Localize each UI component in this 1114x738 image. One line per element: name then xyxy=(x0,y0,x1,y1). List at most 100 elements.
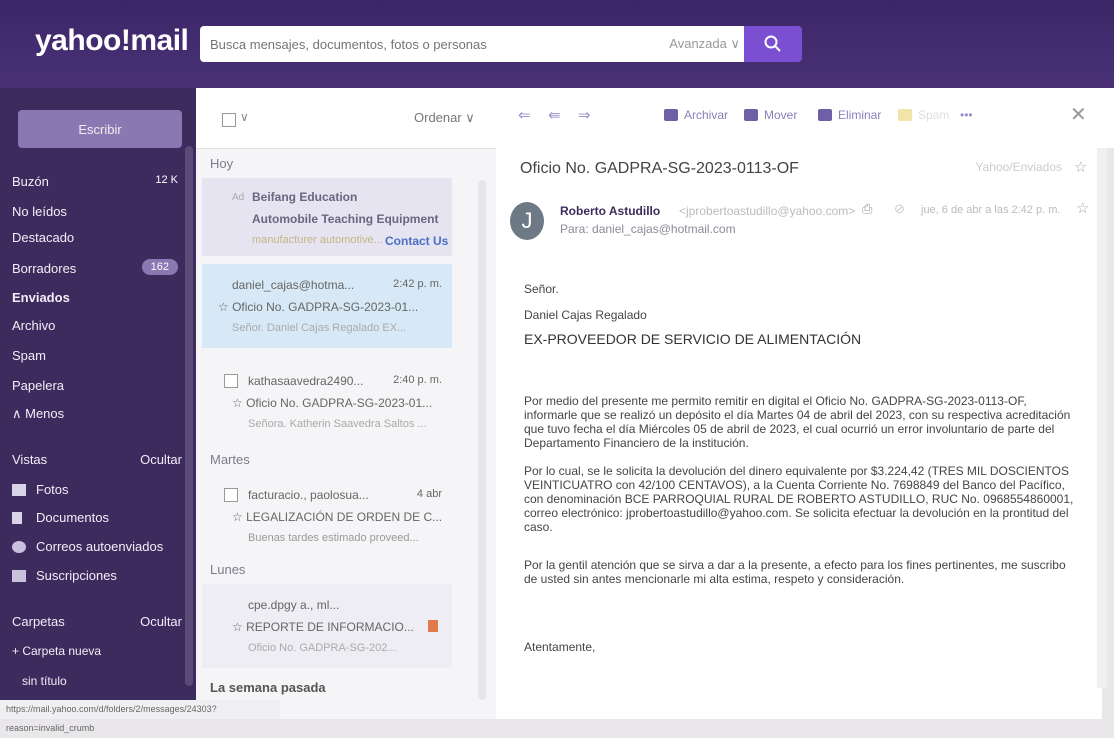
view-item-photos[interactable]: Fotos xyxy=(12,482,69,497)
spam-button[interactable]: Spam xyxy=(898,108,949,122)
folder-item-untitled[interactable]: sin título xyxy=(22,674,67,688)
email-closing: Atentamente, xyxy=(524,640,596,654)
message-sender: cpe.dpgy a., ml... xyxy=(248,598,340,612)
reading-scrollbar[interactable] xyxy=(1097,148,1107,688)
email-recipient-title: EX-PROVEEDOR DE SERVICIO DE ALIMENTACIÓN xyxy=(524,331,862,347)
search-box[interactable]: Avanzada ∨ xyxy=(200,26,750,62)
select-all-checkbox[interactable] xyxy=(222,113,236,127)
email-line: Departamento Financiero de la institució… xyxy=(524,436,749,450)
message-subject-text: REPORTE DE INFORMACIO... xyxy=(246,620,414,634)
sidebar-item-archive[interactable]: Archivo xyxy=(12,318,55,333)
archive-icon xyxy=(664,109,678,121)
drafts-count-badge: 162 xyxy=(141,259,178,275)
message-checkbox[interactable] xyxy=(224,488,238,502)
view-item-subscriptions[interactable]: Suscripciones xyxy=(12,568,117,583)
reply-all-icon[interactable]: ⇚ xyxy=(548,106,561,124)
message-list-pane: ∨ Ordenar ∨ Hoy Ad Beifang Education Aut… xyxy=(196,88,497,719)
view-label: Suscripciones xyxy=(36,568,117,583)
section-header-tuesday: Martes xyxy=(210,452,250,467)
sidebar-item-label: Papelera xyxy=(12,378,65,393)
delete-button[interactable]: Eliminar xyxy=(818,108,881,122)
avatar: J xyxy=(510,202,544,240)
message-checkbox[interactable] xyxy=(224,374,238,388)
chevron-down-icon[interactable]: ∨ xyxy=(240,110,249,124)
new-folder-link[interactable]: + Carpeta nueva xyxy=(12,644,101,658)
sidebar-item-unread[interactable]: No leídos xyxy=(12,204,67,219)
view-item-self-sent[interactable]: Correos autoenviados xyxy=(12,539,163,554)
spam-icon xyxy=(898,109,912,121)
sidebar-item-label: ∧ Menos xyxy=(12,406,65,421)
message-subject: ☆ REPORTE DE INFORMACIO... xyxy=(232,620,414,634)
message-subject: ☆ LEGALIZACIÓN DE ORDEN DE C... xyxy=(232,510,443,524)
email-line: con denominación BCE PARROQUIAL RURAL DE… xyxy=(524,492,1074,506)
list-toolbar: ∨ Ordenar ∨ xyxy=(196,88,496,149)
sidebar-item-inbox[interactable]: Buzón xyxy=(12,174,49,189)
view-item-documents[interactable]: Documentos xyxy=(12,510,109,525)
sidebar-scrollbar[interactable] xyxy=(185,146,193,686)
sidebar-item-starred[interactable]: Destacado xyxy=(12,230,74,245)
sidebar-item-label: Destacado xyxy=(12,230,75,245)
list-scrollbar[interactable] xyxy=(478,180,486,700)
archive-label: Archivar xyxy=(684,108,729,122)
advanced-search-toggle[interactable]: Avanzada ∨ xyxy=(669,36,740,52)
sidebar-item-sent[interactable]: Enviados xyxy=(12,290,70,305)
sender-email: <jprobertoastudillo@yahoo.com> xyxy=(679,204,856,218)
search-button[interactable] xyxy=(744,26,802,62)
sender-name[interactable]: Roberto Astudillo xyxy=(560,204,660,218)
block-icon[interactable]: ⊘ xyxy=(894,201,905,217)
email-subject: Oficio No. GADPRA-SG-2023-0113-OF xyxy=(520,160,799,177)
archive-button[interactable]: Archivar xyxy=(664,108,728,122)
email-line: Por lo cual, se le solicita la devolució… xyxy=(524,464,1069,478)
star-icon[interactable]: ☆ xyxy=(1076,199,1089,217)
message-subject-text: Oficio No. GADPRA-SG-2023-01... xyxy=(232,300,419,314)
ad-cta-link[interactable]: Contact Us xyxy=(385,234,448,248)
email-line: informarle que se realizó un depósito el… xyxy=(524,408,1071,422)
star-icon[interactable]: ☆ xyxy=(1074,158,1087,176)
search-icon xyxy=(764,35,781,52)
sidebar-item-trash[interactable]: Papelera xyxy=(12,378,64,393)
ad-tag: Ad xyxy=(232,192,245,203)
reply-icon[interactable]: ⇐ xyxy=(518,106,531,124)
message-item[interactable]: facturacio., paolosua... 4 abr ☆ LEGALIZ… xyxy=(202,474,452,558)
message-item[interactable]: kathasaavedra2490... 2:40 p. m. ☆ Oficio… xyxy=(202,360,452,444)
print-icon[interactable]: ⎙ xyxy=(862,201,872,217)
subscriptions-icon xyxy=(12,569,26,582)
move-button[interactable]: Mover xyxy=(744,108,797,122)
message-sender: daniel_cajas@hotma... xyxy=(232,278,355,292)
message-subject: ☆ Oficio No. GADPRA-SG-2023-01... xyxy=(232,396,433,410)
email-paragraph: Por medio del presente me permito remiti… xyxy=(524,394,1084,450)
message-preview: Señora. Katherin Saavedra Saltos ... xyxy=(248,418,427,430)
message-item[interactable]: cpe.dpgy a., ml... ☆ REPORTE DE INFORMAC… xyxy=(202,584,452,668)
sidebar-item-spam[interactable]: Spam xyxy=(12,348,46,363)
sidebar-item-drafts[interactable]: Borradores xyxy=(12,261,76,276)
message-sender: kathasaavedra2490... xyxy=(248,374,364,388)
compose-button[interactable]: Escribir xyxy=(18,110,182,148)
yahoo-mail-logo[interactable]: yahoo!mail xyxy=(35,24,189,58)
email-folder-tag[interactable]: Yahoo/Enviados xyxy=(975,160,1062,174)
close-icon[interactable]: ✕ xyxy=(1070,102,1087,127)
recipient: Para: daniel_cajas@hotmail.com xyxy=(560,222,736,236)
sort-dropdown[interactable]: Ordenar ∨ xyxy=(414,110,475,126)
email-line: que tuvo fecha el día Miércoles 05 de ab… xyxy=(524,422,1055,436)
forward-icon[interactable]: ⇒ xyxy=(578,106,591,124)
email-recipient-name: Daniel Cajas Regalado xyxy=(524,308,647,322)
email-line: caso. xyxy=(524,520,553,534)
folders-hide-link[interactable]: Ocultar xyxy=(140,614,182,629)
top-bar: yahoo!mail Avanzada ∨ xyxy=(0,0,1114,88)
message-item[interactable]: daniel_cajas@hotma... 2:42 p. m. ☆ Ofici… xyxy=(202,264,452,348)
search-input[interactable] xyxy=(208,35,670,53)
message-sender: facturacio., paolosua... xyxy=(248,488,369,502)
message-time: 4 abr xyxy=(416,488,442,500)
email-paragraph: Por la gentil atención que se sirva a da… xyxy=(524,558,1084,586)
views-hide-link[interactable]: Ocultar xyxy=(140,452,182,467)
message-toolbar: ⇐ ⇚ ⇒ Archivar Mover Eliminar Spam ••• ✕ xyxy=(496,88,1114,149)
move-label: Mover xyxy=(764,108,798,122)
sponsored-ad[interactable]: Ad Beifang Education Automobile Teaching… xyxy=(202,178,452,256)
more-actions-button[interactable]: ••• xyxy=(960,108,973,122)
email-date: jue, 6 de abr a las 2:42 p. m. xyxy=(921,204,1061,216)
sidebar-less-toggle[interactable]: ∧ Menos xyxy=(12,406,64,422)
ad-subtitle: Automobile Teaching Equipment xyxy=(252,212,439,226)
message-time: 2:42 p. m. xyxy=(393,278,442,290)
status-url: https://mail.yahoo.com/d/folders/2/messa… xyxy=(0,700,280,733)
views-section-header: Vistas Ocultar xyxy=(12,452,182,467)
